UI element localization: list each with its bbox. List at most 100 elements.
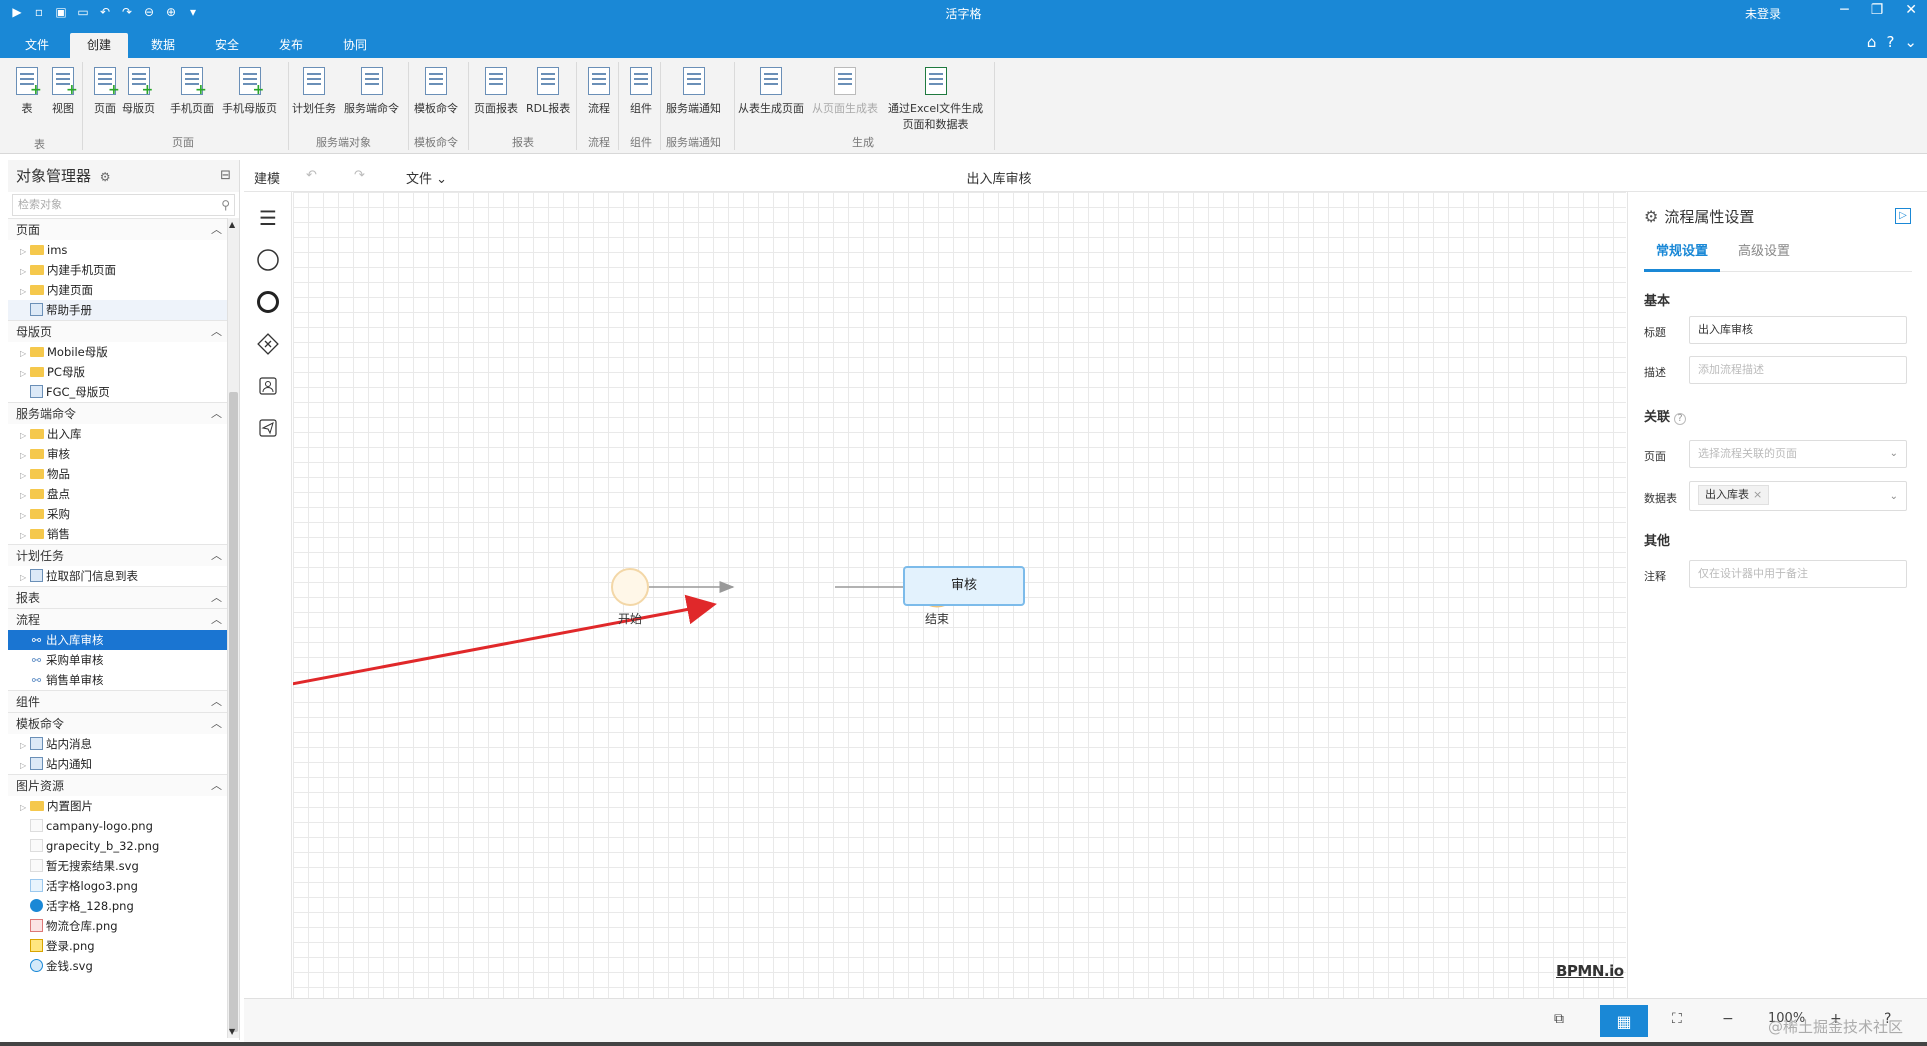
chevron-up-icon[interactable]: ︿ xyxy=(211,587,222,609)
tree-item[interactable]: ▷ 内建页面 xyxy=(8,280,230,300)
chevron-up-icon[interactable]: ︿ xyxy=(211,713,222,735)
gen-page-from-table-button[interactable]: 从表生成页面 xyxy=(738,64,804,116)
minimap-icon[interactable]: ⧉ xyxy=(1554,1011,1564,1027)
collapse-panel-icon[interactable]: ▷ xyxy=(1895,208,1911,224)
tree-item[interactable]: ▷ 出入库 xyxy=(8,424,230,444)
chevron-up-icon[interactable]: ︿ xyxy=(211,609,222,631)
rdl-report-button[interactable]: RDL报表 xyxy=(526,64,570,116)
restore-icon[interactable]: ❐ xyxy=(1871,2,1884,18)
help-icon[interactable]: ? xyxy=(1674,413,1687,425)
tree-item[interactable]: 物流仓库.png xyxy=(8,916,230,936)
server-notify-button[interactable]: 服务端通知 xyxy=(666,64,721,116)
send-task-tool[interactable] xyxy=(256,416,280,440)
description-input[interactable]: 添加流程描述 xyxy=(1689,356,1907,384)
template-command-button[interactable]: 模板命令 xyxy=(414,64,458,116)
user-task-tool[interactable] xyxy=(256,374,280,398)
chevron-up-icon[interactable]: ︿ xyxy=(211,545,222,567)
component-button[interactable]: 组件 xyxy=(626,64,656,116)
tab-create[interactable]: 创建 xyxy=(70,33,128,58)
tree-item[interactable]: ⚯ 销售单审核 xyxy=(8,670,230,690)
tree-item[interactable]: ▷ PC母版 xyxy=(8,362,230,382)
start-event[interactable] xyxy=(611,568,649,606)
tree-item[interactable]: ▷ 审核 xyxy=(8,444,230,464)
tab-security[interactable]: 安全 xyxy=(198,33,256,58)
section-images[interactable]: 图片资源 ︿ xyxy=(8,774,230,796)
gateway-tool[interactable] xyxy=(256,332,280,356)
close-icon[interactable]: ✕ xyxy=(1905,2,1917,18)
flow-button[interactable]: 流程 xyxy=(584,64,614,116)
chevron-up-icon[interactable]: ︿ xyxy=(211,219,222,241)
home-icon[interactable]: ⌂ xyxy=(1867,33,1877,51)
page-button[interactable]: + 页面 xyxy=(90,64,120,116)
minimize-icon[interactable]: ─ xyxy=(1840,2,1848,18)
menu-icon[interactable]: ☰ xyxy=(256,206,280,230)
page-report-button[interactable]: 页面报表 xyxy=(474,64,518,116)
section-flows[interactable]: 流程 ︿ xyxy=(8,608,230,630)
tree-item[interactable]: ⚯ 采购单审核 xyxy=(8,650,230,670)
tree-item[interactable]: ▷ 内建手机页面 xyxy=(8,260,230,280)
chevron-up-icon[interactable]: ︿ xyxy=(211,321,222,343)
server-command-button[interactable]: 服务端命令 xyxy=(344,64,399,116)
tab-advanced-settings[interactable]: 高级设置 xyxy=(1738,240,1790,272)
tree-item[interactable]: campany-logo.png xyxy=(8,816,230,836)
tab-collaborate[interactable]: 协同 xyxy=(326,33,384,58)
gen-table-from-page-button[interactable]: 从页面生成表 xyxy=(812,64,878,116)
tree-scrollbar[interactable]: ▲ ▼ xyxy=(227,218,239,1038)
table-button[interactable]: + 表 xyxy=(12,64,42,116)
tree-item[interactable]: ▷ 盘点 xyxy=(8,484,230,504)
tab-file[interactable]: 文件 xyxy=(8,33,66,58)
login-status[interactable]: 未登录 xyxy=(1745,5,1781,22)
tree-item[interactable]: 暂无搜索结果.svg xyxy=(8,856,230,876)
tree-item[interactable]: ▷ 内置图片 xyxy=(8,796,230,816)
section-schedules[interactable]: 计划任务 ︿ xyxy=(8,544,230,566)
datatable-select[interactable]: 出入库表 × ⌄ xyxy=(1689,481,1907,511)
tree-item[interactable]: ▷ 物品 xyxy=(8,464,230,484)
start-event-tool[interactable] xyxy=(256,248,280,272)
tree-item[interactable]: 活字格logo3.png xyxy=(8,876,230,896)
tree-item[interactable]: ▷ 销售 xyxy=(8,524,230,544)
datatable-tag[interactable]: 出入库表 × xyxy=(1698,485,1770,505)
tree-item[interactable]: ▷ 采购 xyxy=(8,504,230,524)
chevron-down-icon[interactable]: ⌄ xyxy=(1904,33,1917,51)
tab-data[interactable]: 数据 xyxy=(134,33,192,58)
search-icon[interactable]: ⚲ xyxy=(221,195,230,215)
mobile-page-button[interactable]: + 手机页面 xyxy=(170,64,214,116)
gen-from-excel-button[interactable]: 通过Excel文件生成 页面和数据表 xyxy=(888,64,983,132)
section-pages[interactable]: 页面 ︿ xyxy=(8,218,230,240)
tree-item[interactable]: 帮助手册 xyxy=(8,300,230,320)
end-event-tool[interactable] xyxy=(256,290,280,314)
grid-toggle-button[interactable]: ▦ xyxy=(1600,1005,1648,1037)
section-reports[interactable]: 报表 ︿ xyxy=(8,586,230,608)
zoom-out-icon[interactable]: − xyxy=(1722,1011,1734,1027)
section-masters[interactable]: 母版页 ︿ xyxy=(8,320,230,342)
tree-item-selected[interactable]: ⚯ 出入库审核 xyxy=(8,630,230,650)
bpmn-canvas[interactable]: 开始 审核 结束 BPMN.io xyxy=(293,192,1626,998)
tree-item[interactable]: FGC_母版页 xyxy=(8,382,230,402)
master-page-button[interactable]: + 母版页 xyxy=(122,64,155,116)
section-templates[interactable]: 模板命令 ︿ xyxy=(8,712,230,734)
note-input[interactable]: 仅在设计器中用于备注 xyxy=(1689,560,1907,588)
chevron-up-icon[interactable]: ︿ xyxy=(211,403,222,425)
tree-item[interactable]: grapecity_b_32.png xyxy=(8,836,230,856)
scroll-down-icon[interactable]: ▼ xyxy=(229,1027,235,1036)
tree-item[interactable]: 金钱.svg xyxy=(8,956,230,976)
collapse-icon[interactable]: ⊟ xyxy=(220,160,231,192)
remove-tag-icon[interactable]: × xyxy=(1753,488,1762,501)
title-input[interactable]: 出入库审核 xyxy=(1689,316,1907,344)
gear-icon[interactable]: ⚙ xyxy=(100,170,111,184)
tree-item[interactable]: ▷ 站内通知 xyxy=(8,754,230,774)
section-server-commands[interactable]: 服务端命令 ︿ xyxy=(8,402,230,424)
schedule-task-button[interactable]: 计划任务 xyxy=(292,64,336,116)
fit-screen-icon[interactable]: ⛶ xyxy=(1672,1011,1682,1027)
page-select[interactable]: 选择流程关联的页面 ⌄ xyxy=(1689,440,1907,468)
tab-publish[interactable]: 发布 xyxy=(262,33,320,58)
help-icon[interactable]: ? xyxy=(1886,33,1894,51)
tree-item[interactable]: ▷ Mobile母版 xyxy=(8,342,230,362)
chevron-up-icon[interactable]: ︿ xyxy=(211,691,222,713)
tree-item[interactable]: 活字格_128.png xyxy=(8,896,230,916)
object-search-input[interactable]: 检索对象 ⚲ xyxy=(12,194,235,216)
tree-item[interactable]: 登录.png xyxy=(8,936,230,956)
scroll-up-icon[interactable]: ▲ xyxy=(229,220,235,229)
chevron-up-icon[interactable]: ︿ xyxy=(211,775,222,797)
bpmn-io-logo[interactable]: BPMN.io xyxy=(1556,962,1624,980)
